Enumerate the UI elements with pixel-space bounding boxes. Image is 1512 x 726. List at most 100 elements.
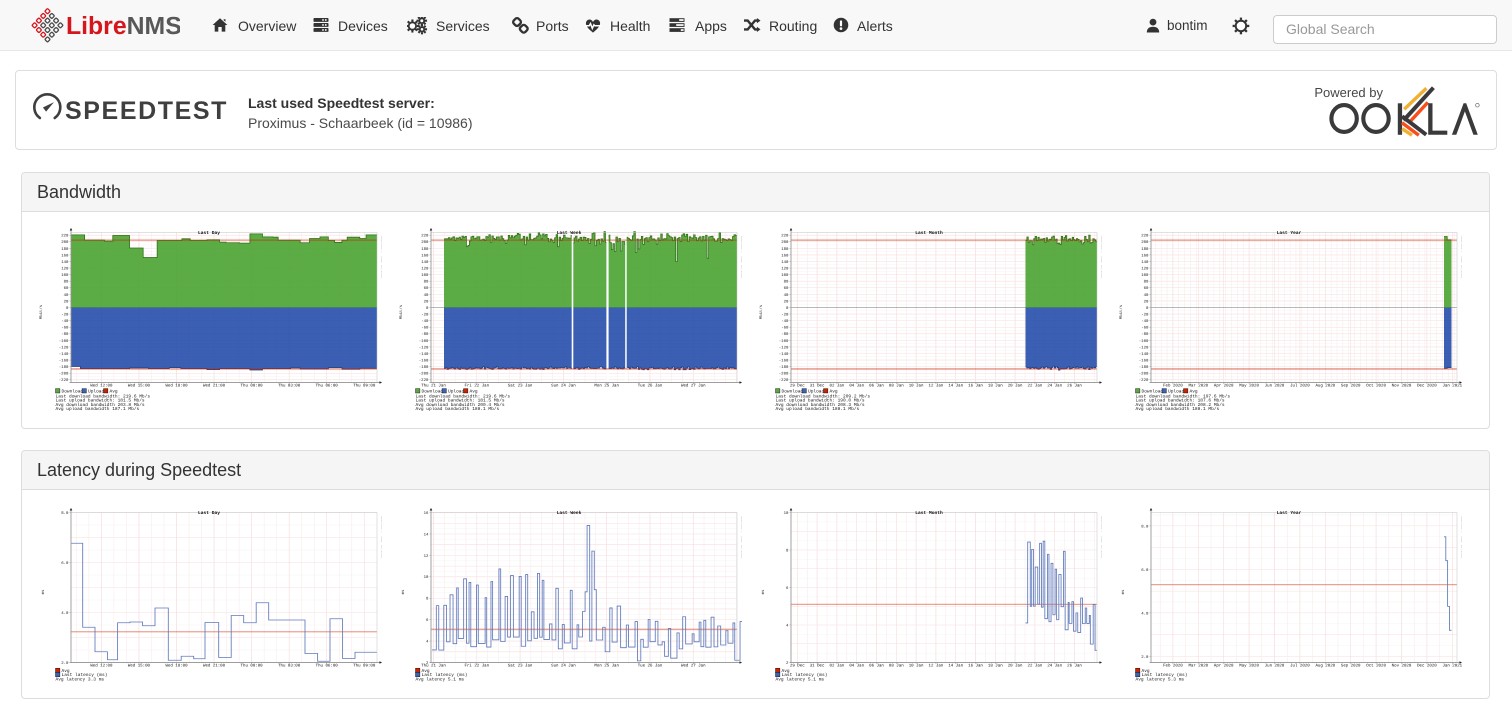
svg-text:Wed 18:00: Wed 18:00 [165, 664, 188, 669]
svg-text:Mar 2020: Mar 2020 [1188, 384, 1208, 389]
svg-text:Sat 23 Jan: Sat 23 Jan [508, 664, 533, 669]
svg-text:100: 100 [421, 273, 429, 278]
svg-text:Download: Download [422, 389, 444, 395]
svg-text:140: 140 [781, 260, 789, 265]
svg-text:160: 160 [781, 253, 789, 258]
svg-text:6.0: 6.0 [61, 561, 69, 566]
svg-text:RRDTOOL / TOBI OETIKER: RRDTOOL / TOBI OETIKER [1460, 236, 1462, 278]
svg-text:-20: -20 [1141, 312, 1149, 317]
svg-text:-80: -80 [421, 332, 429, 337]
svg-text:6.0: 6.0 [1141, 568, 1149, 573]
svg-text:4.0: 4.0 [1141, 611, 1149, 616]
svg-text:14 Jan: 14 Jan [948, 384, 963, 389]
svg-text:-180: -180 [419, 365, 429, 370]
svg-text:16 Jan: 16 Jan [968, 384, 983, 389]
svg-text:16 Jan: 16 Jan [968, 664, 983, 669]
svg-text:2.0: 2.0 [61, 661, 69, 666]
svg-text:06 Jan: 06 Jan [869, 384, 884, 389]
svg-text:-40: -40 [421, 319, 429, 324]
svg-text:ms: ms [761, 589, 766, 594]
svg-text:10: 10 [784, 511, 789, 516]
svg-text:40: 40 [1144, 293, 1149, 298]
svg-text:-180: -180 [779, 365, 789, 370]
svg-text:Thu 09:00: Thu 09:00 [353, 384, 376, 389]
svg-text:Mar 2020: Mar 2020 [1188, 664, 1208, 669]
svg-text:Last Day: Last Day [198, 230, 220, 236]
svg-text:Thu 00:00: Thu 00:00 [241, 664, 264, 669]
svg-text:-220: -220 [419, 378, 429, 383]
svg-text:-120: -120 [1139, 345, 1149, 350]
svg-text:80: 80 [424, 280, 429, 285]
svg-text:-20: -20 [421, 312, 429, 317]
svg-text:Last Week: Last Week [557, 510, 582, 516]
svg-text:RRDTOOL / TOBI OETIKER: RRDTOOL / TOBI OETIKER [380, 516, 382, 558]
svg-text:Thu 06:00: Thu 06:00 [316, 384, 339, 389]
svg-text:8.0: 8.0 [1141, 524, 1149, 529]
svg-text:-100: -100 [419, 339, 429, 344]
svg-text:Oct 2020: Oct 2020 [1366, 664, 1386, 669]
svg-text:Thu 21 Jan: Thu 21 Jan [421, 384, 446, 389]
svg-text:-140: -140 [419, 352, 429, 357]
svg-text:02 Jan: 02 Jan [830, 664, 845, 669]
svg-text:RRDTOOL / TOBI OETIKER: RRDTOOL / TOBI OETIKER [1460, 516, 1462, 558]
svg-text:Jan 2021: Jan 2021 [1442, 384, 1462, 389]
svg-text:80: 80 [784, 280, 789, 285]
svg-text:40: 40 [64, 293, 69, 298]
svg-text:RRDTOOL / TOBI OETIKER: RRDTOOL / TOBI OETIKER [740, 516, 742, 558]
svg-text:220: 220 [1141, 234, 1149, 239]
svg-text:14: 14 [424, 532, 429, 537]
svg-text:Upload: Upload [88, 389, 105, 395]
svg-text:Powered by: Powered by [1314, 85, 1383, 100]
svg-text:100: 100 [781, 273, 789, 278]
svg-text:Download: Download [1142, 389, 1164, 395]
svg-text:Dec 2020: Dec 2020 [1417, 384, 1437, 389]
svg-text:Nov 2020: Nov 2020 [1392, 384, 1412, 389]
svg-text:20: 20 [424, 299, 429, 304]
svg-text:Mbit/s: Mbit/s [399, 304, 404, 319]
svg-text:26 Jan: 26 Jan [1067, 664, 1082, 669]
svg-text:220: 220 [421, 234, 429, 239]
svg-text:-40: -40 [61, 319, 69, 324]
svg-text:-200: -200 [1139, 372, 1149, 377]
svg-text:20: 20 [1144, 299, 1149, 304]
svg-text:May 2020: May 2020 [1239, 384, 1259, 389]
svg-text:-40: -40 [781, 319, 789, 324]
svg-text:140: 140 [1141, 260, 1149, 265]
svg-text:Jun 2020: Jun 2020 [1265, 384, 1285, 389]
svg-text:140: 140 [421, 260, 429, 265]
svg-text:120: 120 [781, 266, 789, 271]
svg-text:Avg upload bandwidth 188.1 Mb/: Avg upload bandwidth 188.1 Mb/s [1136, 406, 1220, 412]
svg-text:-100: -100 [779, 339, 789, 344]
svg-text:180: 180 [421, 247, 429, 252]
svg-text:-20: -20 [781, 312, 789, 317]
svg-text:-60: -60 [1141, 326, 1149, 331]
svg-text:-220: -220 [779, 378, 789, 383]
svg-text:200: 200 [421, 240, 429, 245]
svg-text:Tue 26 Jan: Tue 26 Jan [638, 384, 663, 389]
svg-text:-180: -180 [59, 365, 69, 370]
svg-text:Thu 21 Jan: Thu 21 Jan [421, 664, 446, 669]
svg-text:Fri 22 Jan: Fri 22 Jan [465, 384, 490, 389]
svg-text:Sat 23 Jan: Sat 23 Jan [508, 384, 533, 389]
svg-text:Avg upload bandwidth 187.1 Mb/: Avg upload bandwidth 187.1 Mb/s [56, 406, 140, 412]
svg-text:-80: -80 [61, 332, 69, 337]
svg-text:Avg upload bandwidth 188.1 Mb/: Avg upload bandwidth 188.1 Mb/s [416, 406, 500, 412]
svg-text:Avg latency 3.3 ms: Avg latency 3.3 ms [56, 677, 105, 683]
svg-text:Feb 2020: Feb 2020 [1163, 384, 1183, 389]
svg-text:-100: -100 [1139, 339, 1149, 344]
svg-text:Wed 12:00: Wed 12:00 [90, 664, 113, 669]
svg-text:-20: -20 [61, 312, 69, 317]
svg-text:RRDTOOL / TOBI OETIKER: RRDTOOL / TOBI OETIKER [1100, 236, 1102, 278]
svg-text:Aug 2020: Aug 2020 [1315, 384, 1335, 389]
svg-text:04 Jan: 04 Jan [849, 664, 864, 669]
svg-text:Apr 2020: Apr 2020 [1214, 664, 1234, 669]
svg-text:Sep 2020: Sep 2020 [1341, 384, 1361, 389]
svg-text:16: 16 [424, 511, 429, 516]
svg-text:Avg latency 5.1 ms: Avg latency 5.1 ms [416, 677, 465, 683]
svg-text:18 Jan: 18 Jan [988, 664, 1003, 669]
svg-text:4.0: 4.0 [61, 611, 69, 616]
svg-text:-60: -60 [421, 326, 429, 331]
svg-text:-140: -140 [779, 352, 789, 357]
svg-text:Thu 03:00: Thu 03:00 [278, 664, 301, 669]
svg-text:Jul 2020: Jul 2020 [1290, 384, 1310, 389]
